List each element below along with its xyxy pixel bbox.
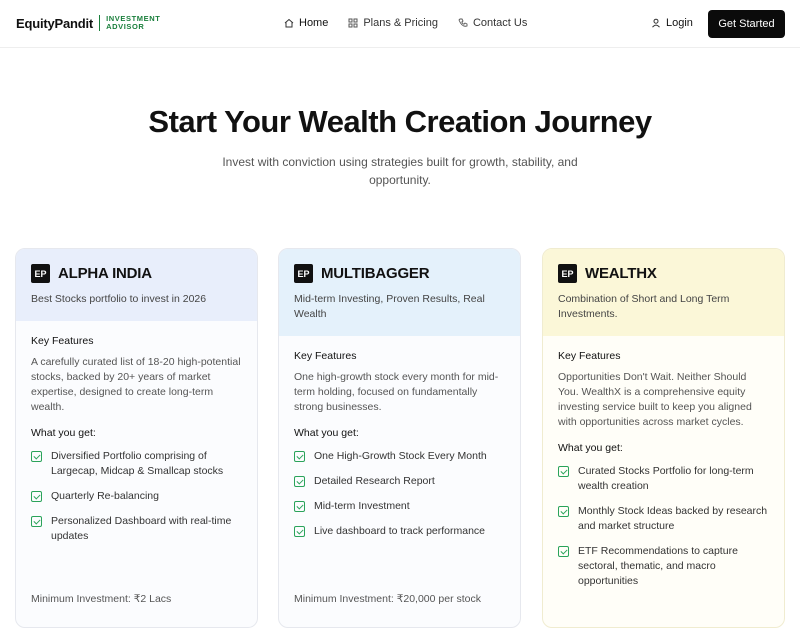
login-label: Login: [666, 17, 693, 29]
plan-card-wealthx[interactable]: EP WEALTHX Combination of Short and Long…: [542, 248, 785, 628]
feature-text: Personalized Dashboard with real-time up…: [51, 515, 232, 542]
plan-tagline: Combination of Short and Long Term Inves…: [558, 293, 730, 320]
key-features-heading: Key Features: [294, 350, 357, 362]
plan-card-alpha-india[interactable]: EP ALPHA INDIA Best Stocks portfolio to …: [15, 248, 258, 628]
check-icon: [31, 516, 42, 527]
feature-text: Quarterly Re-balancing: [51, 490, 159, 502]
ep-logo-badge: EP: [31, 264, 50, 283]
what-you-get-heading: What you get:: [31, 427, 96, 439]
plan-card-body: Key Features A carefully curated list of…: [16, 321, 257, 558]
feature-list: One High-Growth Stock Every Month Detail…: [294, 449, 505, 539]
plan-tagline: Mid-term Investing, Proven Results, Real…: [294, 293, 485, 320]
nav-link-plans[interactable]: Plans & Pricing: [348, 17, 438, 29]
plan-title: ALPHA INDIA: [58, 265, 152, 282]
ep-logo-badge: EP: [294, 264, 313, 283]
nav-link-contact[interactable]: Contact Us: [458, 17, 527, 29]
brand-divider: [99, 15, 101, 31]
feature-text: Mid-term Investment: [314, 500, 410, 512]
brand-name: EquityPandit: [16, 15, 94, 31]
check-icon: [558, 546, 569, 557]
feature-text: Diversified Portfolio comprising of Larg…: [51, 450, 224, 477]
check-icon: [31, 451, 42, 462]
feature-item: Monthly Stock Ideas backed by research a…: [558, 504, 769, 534]
plan-card-header: EP MULTIBAGGER Mid-term Investing, Prove…: [279, 249, 520, 336]
feature-text: ETF Recommendations to capture sectoral,…: [578, 545, 738, 587]
plan-card-header: EP ALPHA INDIA Best Stocks portfolio to …: [16, 249, 257, 321]
brand-logo[interactable]: EquityPandit INVESTMENT ADVISOR: [16, 15, 160, 31]
plan-description: One high-growth stock every month for mi…: [294, 371, 499, 413]
feature-item: Detailed Research Report: [294, 474, 505, 489]
get-started-button[interactable]: Get Started: [708, 10, 785, 38]
feature-item: Curated Stocks Portfolio for long-term w…: [558, 464, 769, 494]
nav-links: Home Plans & Pricing Contact Us: [284, 17, 527, 29]
login-link[interactable]: Login: [651, 17, 693, 29]
feature-item: Quarterly Re-balancing: [31, 489, 242, 504]
hero-subtitle: Invest with conviction using strategies …: [222, 155, 578, 187]
check-icon: [31, 491, 42, 502]
feature-text: Monthly Stock Ideas backed by research a…: [578, 505, 768, 532]
phone-icon: [458, 18, 468, 27]
feature-list: Diversified Portfolio comprising of Larg…: [31, 449, 242, 544]
plan-tagline: Best Stocks portfolio to invest in 2026: [31, 293, 207, 305]
what-you-get-heading: What you get:: [558, 442, 623, 454]
plan-title: WEALTHX: [585, 265, 657, 282]
hero-title: Start Your Wealth Creation Journey: [148, 104, 652, 139]
feature-text: One High-Growth Stock Every Month: [314, 450, 487, 462]
what-you-get-heading: What you get:: [294, 427, 359, 439]
plan-card-body: Key Features Opportunities Don't Wait. N…: [543, 336, 784, 603]
feature-item: Diversified Portfolio comprising of Larg…: [31, 449, 242, 479]
feature-item: ETF Recommendations to capture sectoral,…: [558, 544, 769, 589]
minimum-investment: Minimum Investment: ₹2 Lacs: [31, 593, 172, 605]
check-icon: [558, 506, 569, 517]
brand-tagline: INVESTMENT ADVISOR: [106, 15, 160, 31]
check-icon: [294, 451, 305, 462]
nav-link-label: Plans & Pricing: [363, 17, 438, 29]
nav-link-home[interactable]: Home: [284, 17, 328, 29]
key-features-heading: Key Features: [31, 335, 94, 347]
plan-card-body: Key Features One high-growth stock every…: [279, 336, 520, 553]
feature-item: One High-Growth Stock Every Month: [294, 449, 505, 464]
grid-icon: [348, 18, 358, 28]
check-icon: [294, 526, 305, 537]
plan-title: MULTIBAGGER: [321, 265, 430, 282]
plan-description: Opportunities Don't Wait. Neither Should…: [558, 371, 752, 428]
feature-text: Detailed Research Report: [314, 475, 435, 487]
feature-item: Live dashboard to track performance: [294, 524, 505, 539]
home-icon: [284, 18, 294, 28]
minimum-investment: Minimum Investment: ₹20,000 per stock: [294, 593, 482, 605]
top-navbar: EquityPandit INVESTMENT ADVISOR Home Pla…: [0, 0, 800, 48]
plan-description: A carefully curated list of 18-20 high-p…: [31, 356, 241, 413]
feature-text: Live dashboard to track performance: [314, 525, 486, 537]
feature-item: Personalized Dashboard with real-time up…: [31, 514, 242, 544]
ep-logo-badge: EP: [558, 264, 577, 283]
check-icon: [558, 466, 569, 477]
nav-link-label: Contact Us: [472, 17, 528, 29]
brand-tagline-line-2: ADVISOR: [106, 22, 145, 31]
key-features-heading: Key Features: [558, 350, 621, 362]
feature-item: Mid-term Investment: [294, 499, 505, 514]
plan-card-header: EP WEALTHX Combination of Short and Long…: [543, 249, 784, 336]
plan-card-multibagger[interactable]: EP MULTIBAGGER Mid-term Investing, Prove…: [278, 248, 521, 628]
nav-link-label: Home: [299, 17, 329, 29]
check-icon: [294, 476, 305, 487]
user-icon: [652, 18, 660, 28]
feature-text: Curated Stocks Portfolio for long-term w…: [578, 465, 754, 492]
feature-list: Curated Stocks Portfolio for long-term w…: [558, 464, 769, 589]
check-icon: [294, 501, 305, 512]
